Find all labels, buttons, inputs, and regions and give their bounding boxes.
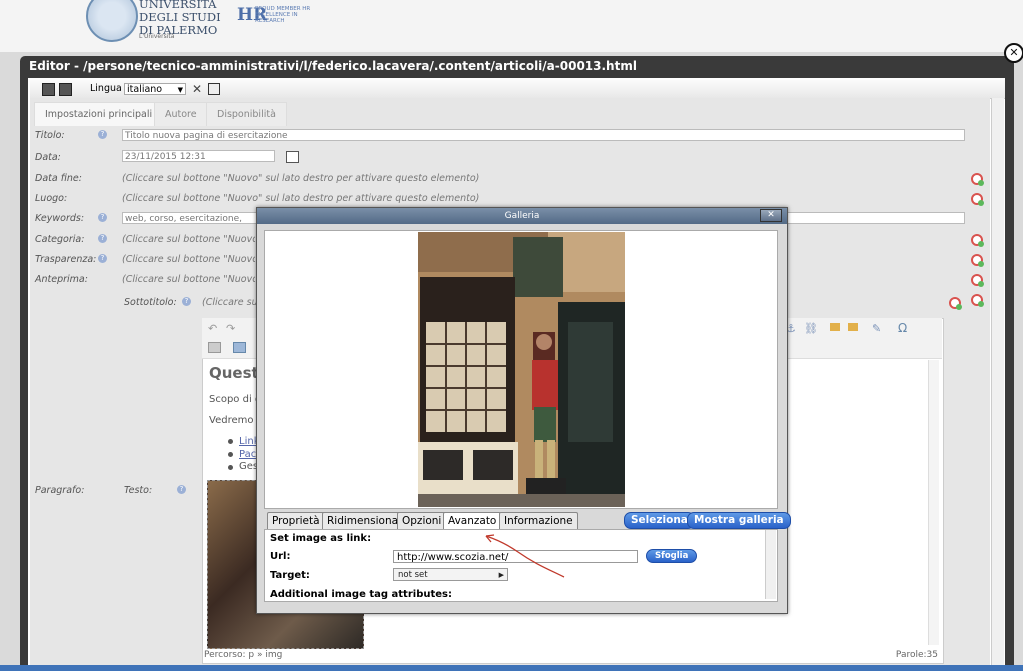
lingua-select[interactable]: italiano ▼ xyxy=(124,83,186,95)
options-scrollbar[interactable] xyxy=(765,530,776,599)
anteprima-hint: (Cliccare sul bottone "Nuovo" s xyxy=(122,274,255,285)
add-element-icon[interactable] xyxy=(971,274,984,287)
copy-locale-icon[interactable] xyxy=(208,83,220,95)
help-icon[interactable]: ? xyxy=(98,254,107,263)
editor-text-line: Vedremo c xyxy=(209,415,263,426)
help-icon[interactable]: ? xyxy=(98,130,107,139)
tab-impostazioni[interactable]: Impostazioni principali xyxy=(34,102,164,126)
mostra-galleria-button[interactable]: Mostra galleria xyxy=(687,512,791,529)
editor-status-bar: Percorso: p » img Parole:35 xyxy=(202,648,942,662)
data-input[interactable]: 23/11/2015 12:31 xyxy=(122,150,275,162)
keywords-label: Keywords: xyxy=(35,213,85,224)
chevron-down-icon: ▼ xyxy=(177,86,183,94)
save-icon[interactable] xyxy=(59,83,72,96)
university-subtitle: L'Università xyxy=(139,33,175,40)
editor-scrollbar[interactable] xyxy=(928,360,939,645)
os-taskbar xyxy=(0,665,1023,671)
sottotitolo-hint: (Cliccare sul xyxy=(202,297,257,308)
titolo-label: Titolo: xyxy=(35,130,65,141)
undo-icon[interactable]: ↶ xyxy=(208,322,217,335)
tab-informazione[interactable]: Informazione xyxy=(499,512,578,529)
add-element-icon[interactable] xyxy=(971,173,984,186)
element-path: Percorso: p » img xyxy=(204,650,283,660)
folder-icon[interactable] xyxy=(830,323,840,331)
add-element-icon[interactable] xyxy=(971,254,984,267)
annotation-arrow-icon xyxy=(485,534,565,578)
add-element-icon[interactable] xyxy=(971,193,984,206)
editor-text-line: Scopo di q xyxy=(209,394,262,405)
categoria-label: Categoria: xyxy=(35,234,85,245)
testo-label: Testo: xyxy=(124,485,153,496)
shop-photo-image xyxy=(418,232,625,507)
target-label: Target: xyxy=(270,570,310,581)
add-element-icon[interactable] xyxy=(971,234,984,247)
delete-locale-icon[interactable]: ✕ xyxy=(192,82,202,96)
paragrafo-label: Paragrafo: xyxy=(35,485,85,496)
seleziona-button[interactable]: Seleziona xyxy=(624,512,695,529)
url-label: Url: xyxy=(270,551,291,562)
redo-icon[interactable]: ↷ xyxy=(226,322,235,335)
set-image-link-label: Set image as link: xyxy=(270,533,372,544)
data-fine-hint: (Cliccare sul bottone "Nuovo" sul lato d… xyxy=(122,173,480,184)
tab-ridimensiona[interactable]: Ridimensiona xyxy=(322,512,404,529)
main-scrollbar[interactable] xyxy=(991,98,1004,671)
word-count: Parole:35 xyxy=(895,650,938,660)
special-char-icon[interactable]: Ω xyxy=(898,321,907,335)
anteprima-label: Anteprima: xyxy=(35,274,88,285)
sfoglia-button[interactable]: Sfoglia xyxy=(646,549,698,563)
editor-toolbar: Lingua italiano ▼ ✕ xyxy=(30,80,1005,99)
edit-icon[interactable]: ✎ xyxy=(872,322,881,335)
preview-photo xyxy=(418,232,625,507)
data-fine-label: Data fine: xyxy=(35,173,82,184)
target-value: not set xyxy=(398,570,428,580)
additional-attributes-label: Additional image tag attributes: xyxy=(270,589,452,600)
university-logo-text: UNIVERSITÀ DEGLI STUDI DI PALERMO xyxy=(139,0,221,37)
tab-autore[interactable]: Autore xyxy=(154,102,208,126)
lingua-value: italiano xyxy=(127,84,163,95)
trasparenza-hint: (Cliccare sul bottone "Nuovo" s xyxy=(122,254,255,265)
luogo-label: Luogo: xyxy=(35,193,68,204)
dialog-title: Galleria xyxy=(257,208,787,224)
print-icon[interactable] xyxy=(208,342,221,353)
titolo-input[interactable]: Titolo nuova pagina di esercitazione xyxy=(122,129,965,141)
editor-link[interactable]: Pac xyxy=(239,449,256,460)
add-element-icon[interactable] xyxy=(949,297,962,310)
data-label: Data: xyxy=(35,152,61,163)
image-icon[interactable] xyxy=(233,342,246,353)
help-icon[interactable]: ? xyxy=(98,234,107,243)
link-icon[interactable]: ⛓ xyxy=(804,322,818,335)
categoria-hint: (Cliccare sul bottone "Nuovo" s xyxy=(122,234,255,245)
exit-icon[interactable] xyxy=(42,83,55,96)
lingua-label: Lingua xyxy=(90,83,122,94)
close-editor-button[interactable]: ✕ xyxy=(1004,43,1023,63)
tab-disponibilita[interactable]: Disponibilità xyxy=(206,102,287,126)
calendar-icon[interactable] xyxy=(286,151,299,163)
list-bullet xyxy=(228,439,233,444)
dialog-close-button[interactable]: ✕ xyxy=(760,209,782,222)
window-title: Editor - /persone/tecnico-amministrativi… xyxy=(29,59,637,73)
list-bullet xyxy=(228,465,233,470)
sottotitolo-label: Sottotitolo: xyxy=(124,297,177,308)
tab-avanzato[interactable]: Avanzato xyxy=(443,512,502,529)
luogo-hint: (Cliccare sul bottone "Nuovo" sul lato d… xyxy=(122,193,480,204)
tab-opzioni[interactable]: Opzioni xyxy=(397,512,447,529)
help-icon[interactable]: ? xyxy=(177,485,186,494)
hr-logo-text: PROUD MEMBER HR EXCELLENCE IN RESEARCH xyxy=(255,6,311,24)
trasparenza-label: Trasparenza: xyxy=(35,254,97,265)
add-element-icon[interactable] xyxy=(971,294,984,307)
tab-proprieta[interactable]: Proprietà xyxy=(267,512,325,529)
list-bullet xyxy=(228,452,233,457)
help-icon[interactable]: ? xyxy=(182,297,191,306)
help-icon[interactable]: ? xyxy=(98,213,107,222)
gallery-icon[interactable] xyxy=(848,323,858,331)
